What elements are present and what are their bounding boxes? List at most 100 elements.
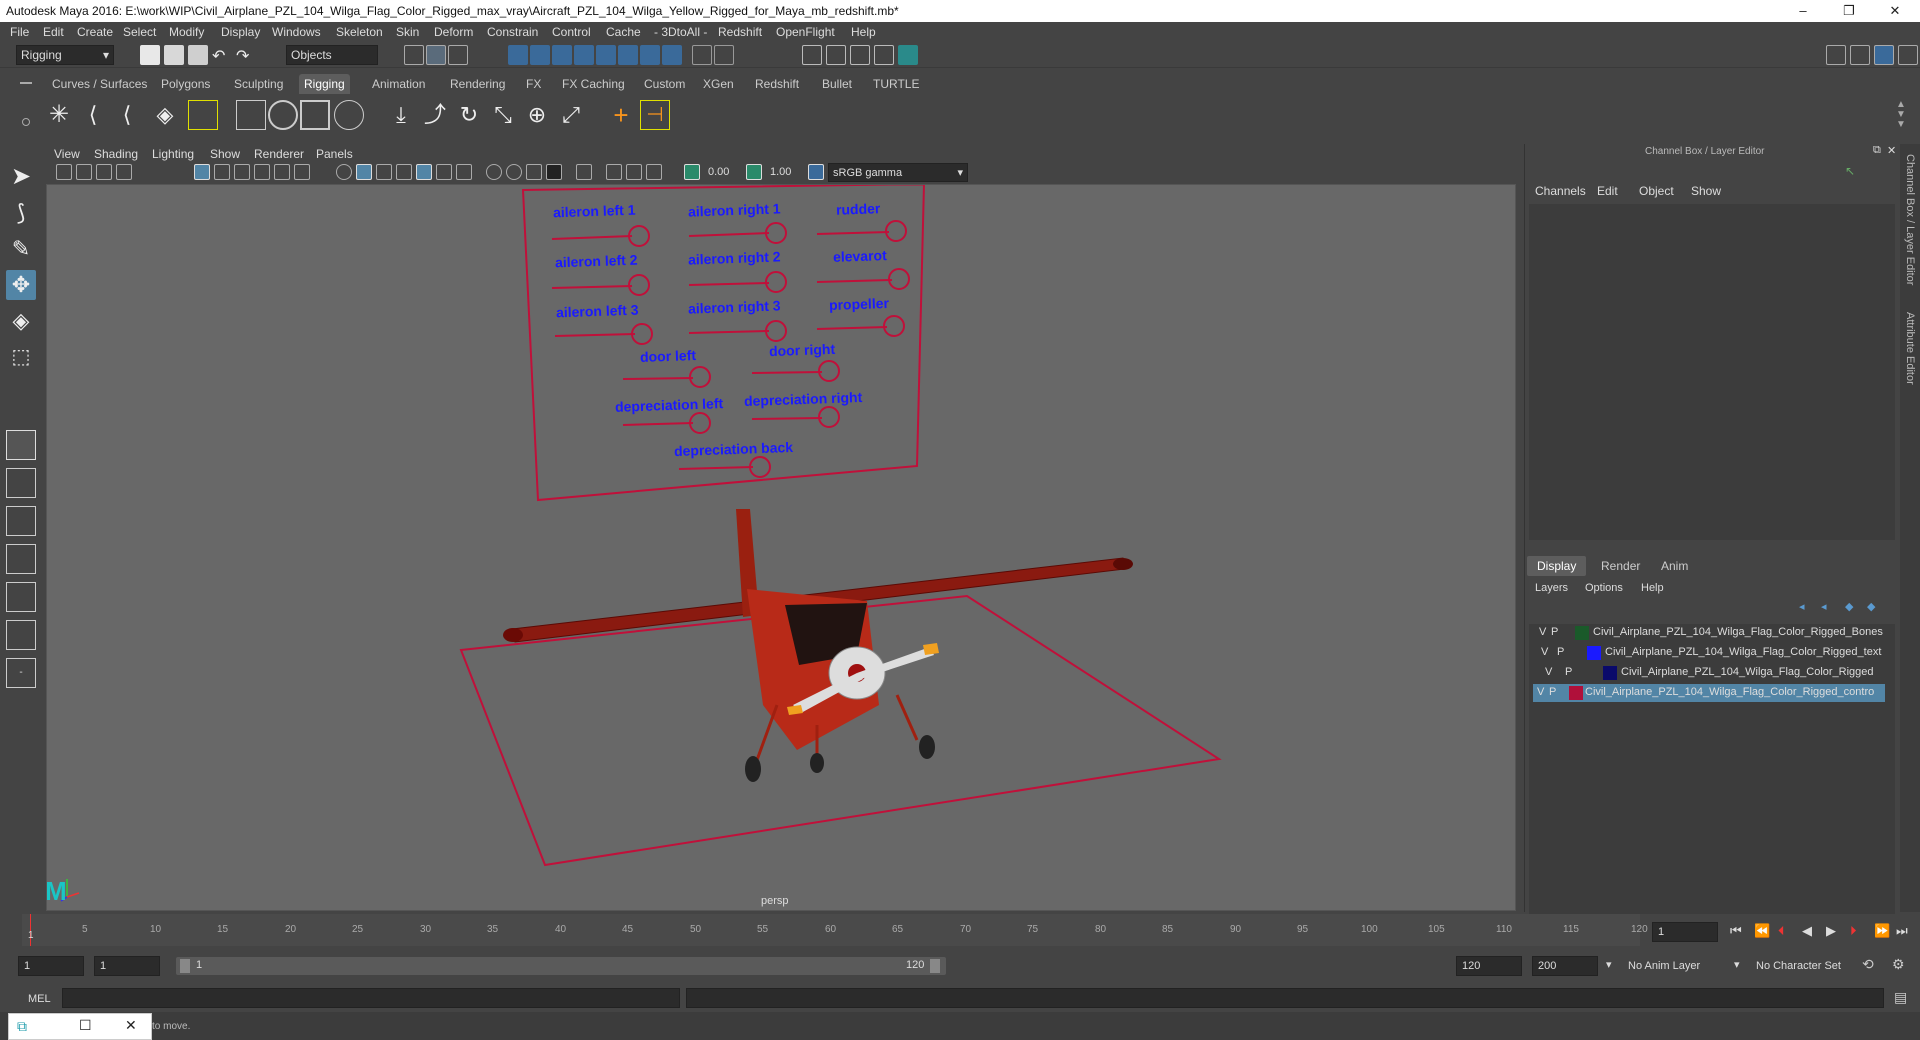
- more-layouts-icon[interactable]: -: [6, 658, 36, 688]
- parent-constraint-icon[interactable]: ⤓: [386, 100, 416, 130]
- smooth-shade-icon[interactable]: [356, 164, 372, 180]
- tab-rigging[interactable]: Rigging: [299, 74, 350, 94]
- snap-grid-icon[interactable]: [508, 45, 528, 65]
- color-management-icon[interactable]: [808, 164, 824, 180]
- point-constraint-icon[interactable]: ⤴: [420, 100, 450, 130]
- ik-handle-icon[interactable]: ⟨: [78, 100, 108, 130]
- menu-deform[interactable]: Deform: [434, 25, 473, 39]
- new-scene-icon[interactable]: [140, 45, 160, 65]
- save-scene-icon[interactable]: [188, 45, 208, 65]
- snap-view-icon[interactable]: [574, 45, 594, 65]
- close-panel-icon[interactable]: ✕: [1887, 144, 1896, 157]
- open-scene-icon[interactable]: [164, 45, 184, 65]
- scale-tool-icon[interactable]: ⬚: [6, 342, 36, 372]
- ik-spline-icon[interactable]: ⟨: [112, 100, 142, 130]
- camera-icon[interactable]: [56, 164, 72, 180]
- vp-menu-shading[interactable]: Shading: [94, 147, 138, 161]
- attribute-editor-side-tab[interactable]: Attribute Editor: [1904, 312, 1916, 385]
- xray-icon[interactable]: [416, 164, 432, 180]
- persp-viewport[interactable]: M aileron left 1 aileron right 1 rudder …: [46, 184, 1516, 911]
- step-back-key-icon[interactable]: ⏪: [1754, 923, 1770, 939]
- set-driven-key-icon[interactable]: ⊣: [640, 100, 670, 130]
- ipr-render-icon[interactable]: [850, 45, 870, 65]
- float-panel-icon[interactable]: ⧉: [1873, 144, 1881, 157]
- menu-select[interactable]: Select: [123, 25, 156, 39]
- motion-blur-icon[interactable]: [506, 164, 522, 180]
- animation-prefs-icon[interactable]: ⚙: [1892, 956, 1905, 973]
- isolate-select-icon[interactable]: [576, 164, 592, 180]
- minimize-button[interactable]: –: [1780, 0, 1826, 22]
- step-forward-key-icon[interactable]: ⏩: [1874, 923, 1890, 939]
- minimized-window-bar[interactable]: ⧉ ☐ ✕: [8, 1013, 152, 1040]
- restore-window-icon[interactable]: ⧉: [17, 1018, 27, 1035]
- tab-polygons[interactable]: Polygons: [156, 74, 215, 94]
- gamma-value[interactable]: 1.00: [770, 166, 791, 178]
- snap-object-icon[interactable]: [640, 45, 660, 65]
- tab-sculpting[interactable]: Sculpting: [229, 74, 288, 94]
- manipulator-icon[interactable]: ↖: [1845, 164, 1855, 178]
- exposure-icon[interactable]: [684, 164, 700, 180]
- safe-action-icon[interactable]: [294, 164, 310, 180]
- scene-end-field[interactable]: 200: [1532, 956, 1598, 976]
- menu-3dtoall[interactable]: - 3DtoAll -: [654, 25, 707, 39]
- layer-color-swatch[interactable]: [1587, 646, 1601, 660]
- panel-layout-icon[interactable]: [1850, 45, 1870, 65]
- menu-skin[interactable]: Skin: [396, 25, 419, 39]
- layer-color-swatch[interactable]: [1575, 626, 1589, 640]
- go-to-end-icon[interactable]: ⏭: [1896, 923, 1908, 939]
- layer-visibility[interactable]: V: [1541, 646, 1548, 658]
- move-layer-up-icon[interactable]: ◂: [1799, 600, 1805, 613]
- tab-xgen[interactable]: XGen: [698, 74, 739, 94]
- new-layer-selected-icon[interactable]: ◆: [1867, 600, 1875, 613]
- snap-vertex-icon[interactable]: [618, 45, 638, 65]
- cluster-icon[interactable]: [268, 100, 298, 130]
- selection-mask-dropdown[interactable]: Objects: [286, 45, 378, 65]
- lasso-tool-icon[interactable]: ⟆: [6, 198, 36, 228]
- exposure-value[interactable]: 0.00: [708, 166, 729, 178]
- maximize-button[interactable]: ❐: [1826, 0, 1872, 22]
- show-menu[interactable]: Show: [1691, 184, 1721, 198]
- persp-uv-icon[interactable]: [6, 620, 36, 650]
- lock-icon[interactable]: [692, 45, 712, 65]
- layer-row[interactable]: V P Civil_Airplane_PZL_104_Wilga_Flag_Co…: [1533, 624, 1885, 642]
- layer-playback[interactable]: P: [1549, 686, 1556, 698]
- wire-on-shaded-icon[interactable]: [376, 164, 392, 180]
- workspace-icon[interactable]: [1826, 45, 1846, 65]
- bind-skin-icon[interactable]: [188, 100, 218, 130]
- scene-start-field[interactable]: 1: [18, 956, 84, 976]
- tab-anim[interactable]: Anim: [1651, 556, 1698, 576]
- cmd-language-label[interactable]: MEL: [28, 993, 51, 1005]
- image-plane-icon[interactable]: [116, 164, 132, 180]
- render-current-icon[interactable]: [826, 45, 846, 65]
- shelf-scroll-icon[interactable]: ▲ ▼ ▼: [1896, 100, 1906, 130]
- locator-icon[interactable]: +: [606, 100, 636, 130]
- layer-name[interactable]: Civil_Airplane_PZL_104_Wilga_Flag_Color_…: [1593, 626, 1883, 638]
- tab-fx-caching[interactable]: FX Caching: [557, 74, 630, 94]
- tab-fx[interactable]: FX: [521, 74, 546, 94]
- menu-edit[interactable]: Edit: [43, 25, 64, 39]
- paint-select-tool-icon[interactable]: ✎: [6, 234, 36, 264]
- select-hierarchy-icon[interactable]: [404, 45, 424, 65]
- move-layer-down-icon[interactable]: ◂: [1821, 600, 1827, 613]
- layer-color-swatch[interactable]: [1569, 686, 1583, 700]
- gate-mask-icon[interactable]: [254, 164, 270, 180]
- current-frame-field[interactable]: 1: [1652, 922, 1718, 942]
- tab-animation[interactable]: Animation: [367, 74, 430, 94]
- aim-constraint-icon[interactable]: ⊕: [522, 100, 552, 130]
- four-view-icon[interactable]: [6, 468, 36, 498]
- options-menu[interactable]: Options: [1585, 582, 1623, 594]
- snap-point-icon[interactable]: [552, 45, 572, 65]
- go-to-start-icon[interactable]: ⏮: [1730, 923, 1742, 939]
- command-input[interactable]: [62, 988, 680, 1008]
- time-ruler[interactable]: 1 5 10 15 20 25 30 35 40 45 50 55 60 65 …: [22, 914, 1648, 946]
- anim-layer-dropdown[interactable]: No Anim Layer: [1622, 956, 1742, 976]
- close-button[interactable]: ✕: [1872, 0, 1918, 22]
- shelf-settings-icon[interactable]: [22, 118, 30, 126]
- character-set-dropdown[interactable]: No Character Set: [1750, 956, 1870, 976]
- layer-color-swatch[interactable]: [1603, 666, 1617, 680]
- layer-name[interactable]: Civil_Airplane_PZL_104_Wilga_Flag_Color_…: [1605, 646, 1881, 658]
- menuset-dropdown[interactable]: Rigging ▾: [16, 45, 114, 65]
- layer-name[interactable]: Civil_Airplane_PZL_104_Wilga_Flag_Color_…: [1585, 686, 1874, 698]
- hypershade-icon[interactable]: [898, 45, 918, 65]
- channel-box-side-tab[interactable]: Channel Box / Layer Editor: [1904, 154, 1916, 285]
